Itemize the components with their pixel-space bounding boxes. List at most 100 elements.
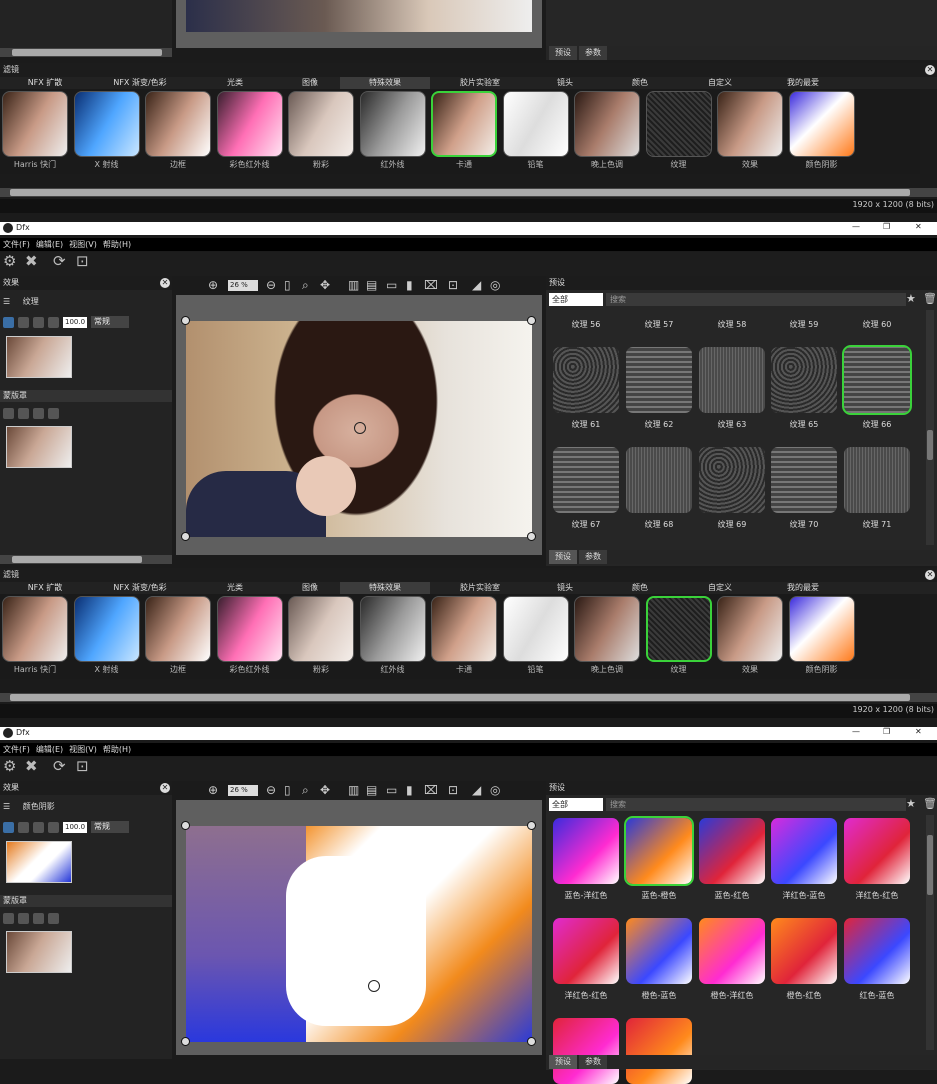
preset-tile[interactable] xyxy=(771,818,837,884)
preset-tile[interactable] xyxy=(771,347,837,413)
mask-monitor-icon-2[interactable] xyxy=(18,912,29,924)
preset-tile[interactable] xyxy=(699,818,765,884)
filter-category[interactable]: 颜色 xyxy=(600,582,680,594)
gear-icon-2[interactable]: ⚙ xyxy=(3,757,16,775)
zoom-input[interactable]: 26 % xyxy=(228,280,258,291)
canvas-area[interactable] xyxy=(176,295,542,555)
filter-category[interactable]: 自定义 xyxy=(680,582,760,594)
filter-thumb[interactable] xyxy=(145,91,211,157)
filter-thumb[interactable] xyxy=(717,596,783,662)
filter-category[interactable]: NFX 渐变/色彩 xyxy=(90,77,190,89)
tab-params-3[interactable]: 参数 xyxy=(579,1055,607,1069)
split-view-icon-2[interactable]: ▥ xyxy=(348,783,359,797)
tab-params-2[interactable]: 参数 xyxy=(579,550,607,564)
preset-tile[interactable] xyxy=(699,918,765,984)
filter-thumb[interactable] xyxy=(216,596,283,662)
preset-tile[interactable] xyxy=(553,1018,619,1084)
left-hscroll[interactable] xyxy=(0,555,172,564)
resize-handle-tl[interactable] xyxy=(181,316,190,325)
magnifier-icon[interactable]: ⌕ xyxy=(302,278,309,293)
fit-icon-2[interactable]: ⊡ xyxy=(76,757,89,775)
mask-edit-icon[interactable] xyxy=(3,407,14,419)
filter-category[interactable]: 我的最爱 xyxy=(760,77,846,89)
filter-thumb[interactable] xyxy=(645,91,712,157)
preset-search-input-2[interactable]: 搜索 xyxy=(606,798,906,811)
filter-category[interactable]: 镜头 xyxy=(530,582,600,594)
filter-category[interactable]: 特殊效果 xyxy=(340,582,430,594)
effect-layer-thumb[interactable] xyxy=(6,336,72,378)
mask-flash-icon-2[interactable] xyxy=(33,912,44,924)
filter-category[interactable]: NFX 渐变/色彩 xyxy=(90,582,190,594)
resize-handle-tr-2[interactable] xyxy=(527,821,536,830)
preset-search-input[interactable]: 搜索 xyxy=(606,293,906,306)
filter-category[interactable]: 图像 xyxy=(280,582,340,594)
single-view-icon[interactable]: ▭ xyxy=(386,278,397,292)
tab-presets-2[interactable]: 预设 xyxy=(549,550,577,564)
maximize-button[interactable]: ❐ xyxy=(883,222,890,231)
canvas-area-2[interactable] xyxy=(176,800,542,1055)
preset-tile[interactable] xyxy=(699,447,765,513)
monitor-icon[interactable] xyxy=(18,316,29,328)
effect-layer-thumb-2[interactable] xyxy=(6,841,72,883)
filter-thumb[interactable] xyxy=(2,596,68,662)
menu-file-2[interactable]: 文件(F) xyxy=(3,743,30,756)
presets-vscroll[interactable] xyxy=(926,310,934,545)
filter-thumb[interactable] xyxy=(73,596,140,662)
filter-thumb[interactable] xyxy=(502,91,569,157)
filter-thumb[interactable] xyxy=(288,596,354,662)
side-by-side-icon[interactable]: ▤ xyxy=(366,278,377,292)
filter-thumb[interactable] xyxy=(574,596,640,662)
preset-tile[interactable] xyxy=(842,345,912,415)
histogram-icon-2[interactable]: ◢ xyxy=(472,783,481,797)
star-icon[interactable]: ★ xyxy=(906,292,916,305)
single-view-icon-2[interactable]: ▭ xyxy=(386,783,397,797)
resize-handle-br-2[interactable] xyxy=(527,1037,536,1046)
flash-icon[interactable] xyxy=(33,316,44,328)
zoom-in-icon[interactable]: ⊕ xyxy=(208,278,218,292)
menu-view[interactable]: 视图(V) xyxy=(69,238,97,251)
filters-close-icon-2[interactable]: ✕ xyxy=(925,570,935,580)
menu-view-2[interactable]: 视图(V) xyxy=(69,743,97,756)
zoom-out-icon[interactable]: ⊖ xyxy=(266,278,276,292)
resize-handle-bl-2[interactable] xyxy=(181,1037,190,1046)
blend-mode-select-2[interactable]: 常规 xyxy=(91,821,130,833)
fx-icon[interactable] xyxy=(48,316,59,328)
loupe-icon-2[interactable]: ◎ xyxy=(490,783,500,797)
mask-edit-icon-2[interactable] xyxy=(3,912,14,924)
presets-vscroll-2[interactable] xyxy=(926,815,934,1050)
blend-mode-select[interactable]: 常规 xyxy=(91,316,130,328)
monitor-icon-2[interactable] xyxy=(18,821,29,833)
menu-edit-2[interactable]: 编辑(E) xyxy=(36,743,63,756)
tab-params[interactable]: 参数 xyxy=(579,46,607,60)
preset-tile[interactable] xyxy=(553,347,619,413)
preset-tile[interactable] xyxy=(844,447,910,513)
top-left-hscroll[interactable] xyxy=(0,48,172,57)
filter-thumb[interactable] xyxy=(717,91,783,157)
menu-edit[interactable]: 编辑(E) xyxy=(36,238,63,251)
filter-category[interactable]: 光类 xyxy=(190,582,280,594)
menu-file[interactable]: 文件(F) xyxy=(3,238,30,251)
compare-icon-2[interactable]: ⊡ xyxy=(448,783,458,797)
preset-tile[interactable] xyxy=(626,918,692,984)
flash-icon-2[interactable] xyxy=(33,821,44,833)
filter-thumb[interactable] xyxy=(788,91,855,157)
menu-help[interactable]: 帮助(H) xyxy=(103,238,131,251)
fit-page-icon-2[interactable]: ▯ xyxy=(284,783,291,797)
minimize-button-2[interactable]: — xyxy=(852,727,860,736)
filters-hscroll-2[interactable] xyxy=(0,693,937,702)
filter-thumb[interactable] xyxy=(145,596,211,662)
filter-category[interactable]: 我的最爱 xyxy=(760,582,846,594)
mask-fx-icon-2[interactable] xyxy=(48,912,59,924)
preset-tile[interactable] xyxy=(553,918,619,984)
edit-icon-2[interactable] xyxy=(3,821,14,833)
preset-tile[interactable] xyxy=(699,347,765,413)
preset-filter-select[interactable]: 全部 xyxy=(549,293,603,306)
filter-thumb[interactable] xyxy=(574,91,640,157)
move-icon-2[interactable]: ✥ xyxy=(320,783,330,797)
resize-handle-br[interactable] xyxy=(527,532,536,541)
refresh-icon[interactable]: ⟳ xyxy=(53,252,66,270)
filters-hscroll[interactable] xyxy=(0,188,937,197)
histogram-icon[interactable]: ◢ xyxy=(472,278,481,292)
filter-thumb[interactable] xyxy=(73,91,140,157)
close-button-2[interactable]: ✕ xyxy=(915,727,922,736)
